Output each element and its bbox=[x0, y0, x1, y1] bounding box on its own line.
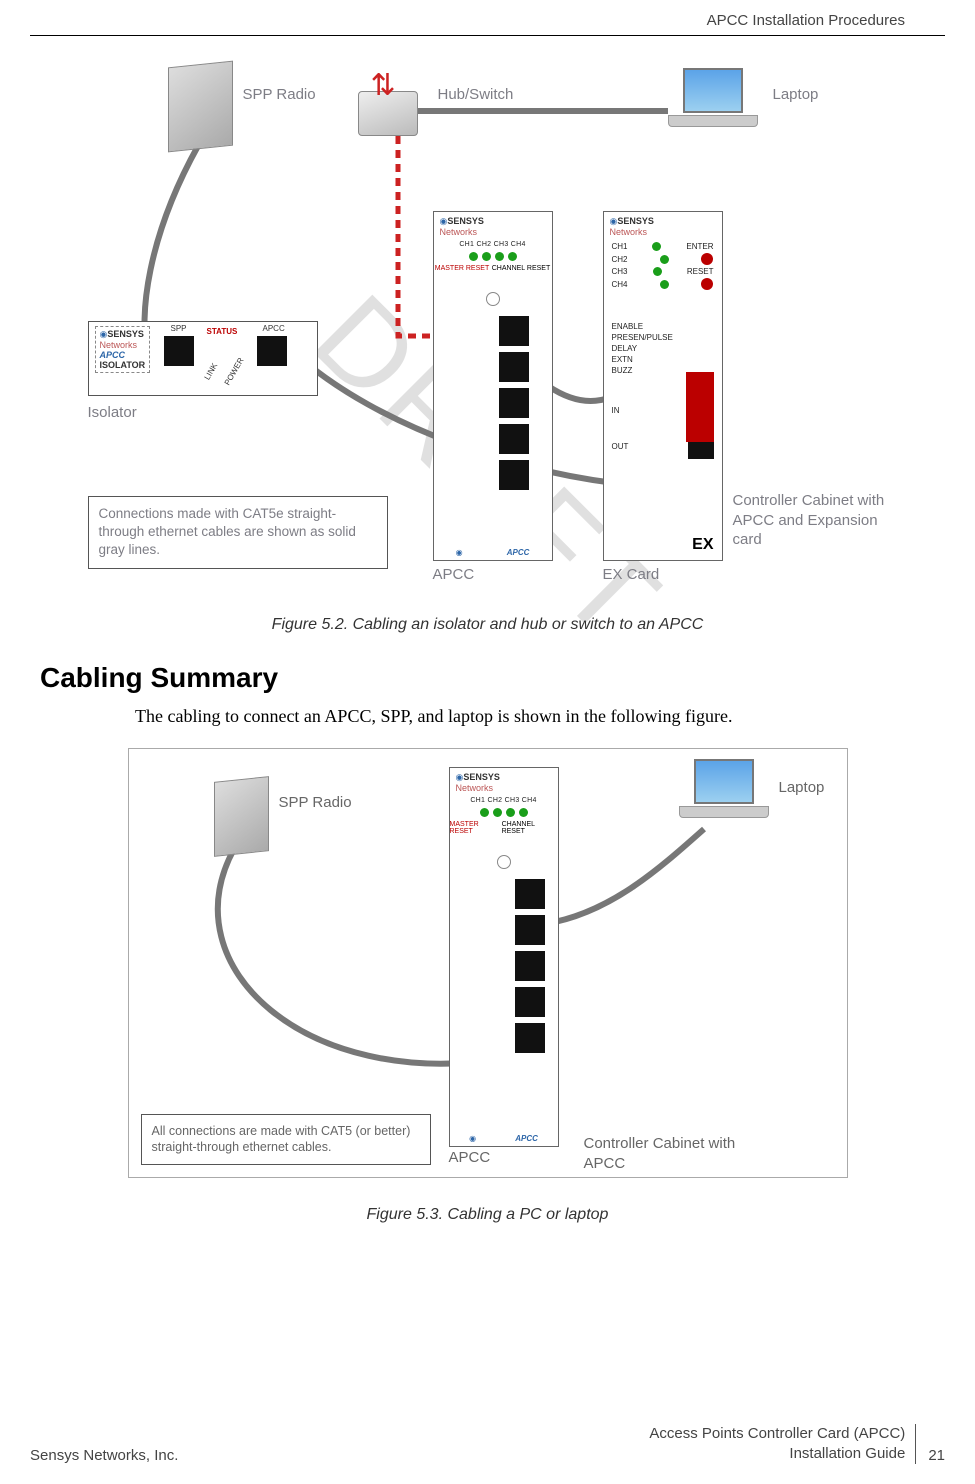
section-heading: Cabling Summary bbox=[40, 662, 935, 694]
figure-5-2-note: Connections made with CAT5e straight-thr… bbox=[88, 496, 388, 569]
apcc-port-ethernet bbox=[515, 915, 545, 945]
isolator-status-label: STATUS bbox=[207, 327, 238, 336]
apcc-leds bbox=[450, 808, 558, 817]
footer-page-number: 21 bbox=[928, 1447, 945, 1464]
apcc-port-spp0 bbox=[499, 460, 529, 490]
ex-card-mark: EX bbox=[692, 536, 713, 554]
hub-arrows-icon: ⇅ bbox=[371, 68, 396, 103]
apcc-indicator-circle bbox=[497, 855, 511, 869]
apcc-leds bbox=[434, 252, 552, 261]
apcc-bottom-label: ◉APCC bbox=[450, 1134, 558, 1143]
figure-5-2-caption: Figure 5.2. Cabling an isolator and hub … bbox=[40, 616, 935, 634]
laptop-icon bbox=[679, 759, 769, 829]
label-laptop: Laptop bbox=[773, 86, 819, 103]
apcc-ch-labels: CH1 CH2 CH3 CH4 bbox=[434, 241, 552, 248]
isolator-power-label: POWER bbox=[222, 356, 245, 387]
apcc-ch-labels: CH1 CH2 CH3 CH4 bbox=[450, 797, 558, 804]
isolator-brand: ◉SENSYS Networks APCC ISOLATOR bbox=[95, 326, 151, 373]
apcc-port-usb bbox=[515, 879, 545, 909]
spp-radio-icon bbox=[168, 61, 233, 153]
ex-brand: ◉SENSYS Networks bbox=[604, 212, 722, 241]
label-isolator: Isolator bbox=[88, 404, 137, 421]
apcc-port-spp1 bbox=[515, 987, 545, 1017]
figure-5-3-caption: Figure 5.3. Cabling a PC or laptop bbox=[40, 1206, 935, 1224]
apcc-indicator-circle bbox=[486, 292, 500, 306]
laptop-icon bbox=[668, 68, 758, 138]
label-ex-card: EX Card bbox=[603, 566, 660, 583]
isolator-device: ◉SENSYS Networks APCC ISOLATOR SPP STATU… bbox=[88, 321, 318, 396]
label-apcc: APCC bbox=[449, 1149, 491, 1166]
apcc-card: ◉SENSYS Networks CH1 CH2 CH3 CH4 MASTER … bbox=[449, 767, 559, 1147]
isolator-port-spp bbox=[164, 336, 194, 366]
apcc-brand: ◉SENSYS Networks bbox=[434, 212, 552, 241]
ex-card: ◉SENSYS Networks CH1ENTER CH2 CH3RESET C… bbox=[603, 211, 723, 561]
label-hub-switch: Hub/Switch bbox=[438, 86, 514, 103]
apcc-port-ex-card bbox=[499, 388, 529, 418]
spp-radio-icon bbox=[214, 776, 269, 857]
label-controller-cabinet: Controller Cabinet with APCC bbox=[584, 1134, 754, 1173]
figure-5-3: SPP Radio Laptop ◉SENSYS Networks CH1 CH… bbox=[128, 748, 848, 1178]
apcc-port-spp1 bbox=[499, 424, 529, 454]
ex-dip-switch bbox=[686, 372, 714, 442]
apcc-port-ex-card bbox=[515, 951, 545, 981]
footer-doc-title: Access Points Controller Card (APCC) bbox=[649, 1424, 905, 1444]
label-laptop: Laptop bbox=[779, 779, 825, 796]
apcc-port-spp0 bbox=[515, 1023, 545, 1053]
apcc-card: ◉SENSYS Networks CH1 CH2 CH3 CH4 MASTER … bbox=[433, 211, 553, 561]
label-apcc: APCC bbox=[433, 566, 475, 583]
label-spp-radio: SPP Radio bbox=[243, 86, 316, 103]
apcc-reset-labels: MASTER RESET CHANNEL RESET bbox=[450, 821, 558, 835]
page-footer: Sensys Networks, Inc. Access Points Cont… bbox=[30, 1424, 945, 1465]
section-paragraph: The cabling to connect an APCC, SPP, and… bbox=[135, 704, 935, 728]
apcc-port-usb bbox=[499, 316, 529, 346]
apcc-bottom-label: ◉APCC bbox=[434, 548, 552, 557]
isolator-port-apcc bbox=[257, 336, 287, 366]
page-header: APCC Installation Procedures bbox=[30, 0, 945, 36]
label-spp-radio: SPP Radio bbox=[279, 794, 352, 811]
figure-5-2: DRAFT SPP Radio ⇅ Hub/Switch Laptop ◉SEN… bbox=[78, 56, 898, 606]
label-controller-cabinet: Controller Cabinet with APCC and Expansi… bbox=[733, 491, 893, 550]
footer-company: Sensys Networks, Inc. bbox=[30, 1447, 178, 1464]
section-title: APCC Installation Procedures bbox=[707, 12, 905, 29]
isolator-link-label: LINK bbox=[202, 362, 219, 382]
figure-5-3-note: All connections are made with CAT5 (or b… bbox=[141, 1114, 431, 1166]
apcc-port-ethernet bbox=[499, 352, 529, 382]
apcc-reset-labels: MASTER RESET CHANNEL RESET bbox=[434, 265, 552, 272]
isolator-port-spp-label: SPP bbox=[171, 324, 187, 333]
footer-doc-subtitle: Installation Guide bbox=[649, 1444, 905, 1464]
isolator-port-apcc-label: APCC bbox=[263, 324, 285, 333]
apcc-brand: ◉SENSYS Networks bbox=[450, 768, 558, 797]
